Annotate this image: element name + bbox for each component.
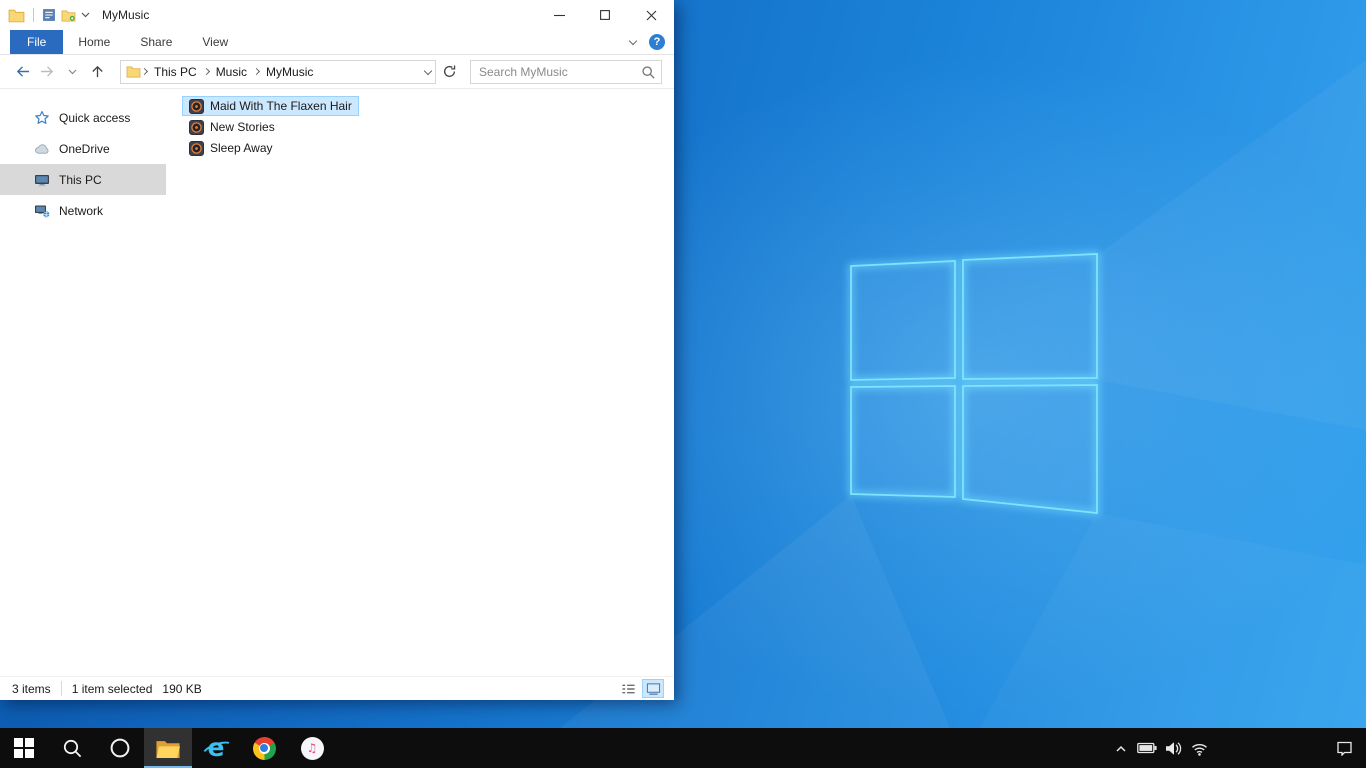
network-tray-button[interactable] bbox=[1186, 728, 1212, 768]
refresh-button[interactable] bbox=[436, 59, 462, 85]
screen: MyMusic File Home Share View ? This PC M… bbox=[0, 0, 1366, 768]
properties-icon[interactable] bbox=[42, 8, 56, 22]
cortana-button[interactable] bbox=[96, 728, 144, 768]
toolbar-separator bbox=[33, 8, 34, 22]
chrome-icon bbox=[252, 736, 276, 760]
battery-tray-button[interactable] bbox=[1134, 728, 1160, 768]
items-count: 3 items bbox=[12, 681, 51, 696]
folder-icon bbox=[8, 8, 25, 23]
caption-buttons bbox=[536, 0, 674, 30]
sidebar-item-label: This PC bbox=[59, 172, 102, 187]
audio-file-icon bbox=[189, 98, 204, 114]
windows-logo-icon bbox=[14, 738, 34, 758]
ribbon-right-controls: ? bbox=[628, 30, 665, 54]
ribbon-tab-row: File Home Share View ? bbox=[0, 30, 674, 55]
file-item[interactable]: New Stories bbox=[182, 117, 282, 137]
sidebar-item-onedrive[interactable]: OneDrive bbox=[0, 133, 166, 164]
internet-explorer-icon bbox=[203, 735, 230, 762]
forward-button[interactable] bbox=[35, 59, 60, 85]
battery-icon bbox=[1137, 742, 1157, 754]
navigation-pane: Quick access OneDrive This PC Network bbox=[0, 89, 166, 676]
chevron-down-icon[interactable] bbox=[81, 12, 90, 18]
action-center-button[interactable] bbox=[1322, 728, 1366, 768]
star-icon bbox=[34, 110, 50, 126]
details-view-icon[interactable] bbox=[617, 679, 639, 698]
chevron-up-icon bbox=[1116, 745, 1126, 752]
file-name: Sleep Away bbox=[210, 141, 273, 155]
sidebar-item-network[interactable]: Network bbox=[0, 195, 166, 226]
status-separator bbox=[60, 681, 62, 696]
help-icon[interactable]: ? bbox=[649, 34, 665, 50]
start-button[interactable] bbox=[0, 728, 48, 768]
network-icon bbox=[34, 204, 50, 218]
selection-size: 190 KB bbox=[162, 681, 202, 696]
sidebar-item-this-pc[interactable]: This PC bbox=[0, 164, 166, 195]
cloud-icon bbox=[34, 142, 50, 155]
taskbar-itunes-button[interactable] bbox=[288, 728, 336, 768]
tab-file[interactable]: File bbox=[10, 30, 64, 54]
quick-access-toolbar bbox=[8, 8, 90, 23]
view-switcher bbox=[617, 679, 664, 698]
itunes-icon bbox=[300, 736, 324, 760]
tab-home[interactable]: Home bbox=[63, 30, 125, 54]
sidebar-item-label: Network bbox=[59, 203, 104, 218]
breadcrumb-separator bbox=[140, 67, 149, 76]
up-button[interactable] bbox=[85, 59, 110, 85]
action-center-icon bbox=[1336, 741, 1352, 756]
cortana-icon bbox=[110, 738, 130, 758]
selection-count: 1 item selected bbox=[71, 681, 153, 696]
file-item[interactable]: Maid With The Flaxen Hair bbox=[182, 96, 359, 116]
location-folder-icon bbox=[126, 65, 141, 78]
expand-ribbon-icon[interactable] bbox=[628, 36, 638, 45]
taskbar bbox=[0, 728, 1366, 768]
close-button[interactable] bbox=[628, 0, 674, 30]
volume-tray-button[interactable] bbox=[1160, 728, 1186, 768]
tab-view[interactable]: View bbox=[187, 30, 243, 54]
file-explorer-icon bbox=[156, 740, 180, 758]
address-bar-row: This PC Music MyMusic bbox=[0, 55, 674, 89]
file-name: Maid With The Flaxen Hair bbox=[210, 99, 352, 113]
new-folder-icon[interactable] bbox=[61, 9, 76, 22]
breadcrumb-item-mymusic[interactable]: MyMusic bbox=[260, 65, 319, 79]
taskbar-internet-explorer-button[interactable] bbox=[192, 728, 240, 768]
file-name: New Stories bbox=[210, 120, 275, 134]
maximize-button[interactable] bbox=[582, 0, 628, 30]
explorer-window: MyMusic File Home Share View ? This PC M… bbox=[0, 0, 674, 700]
status-bar: 3 items 1 item selected 190 KB bbox=[0, 676, 674, 700]
audio-file-icon bbox=[189, 119, 204, 135]
audio-file-icon bbox=[189, 140, 204, 156]
taskbar-search-button[interactable] bbox=[48, 728, 96, 768]
breadcrumb-item-this-pc[interactable]: This PC bbox=[148, 65, 203, 79]
wifi-icon bbox=[1191, 743, 1207, 756]
address-dropdown-icon[interactable] bbox=[423, 66, 433, 75]
volume-icon bbox=[1165, 741, 1181, 755]
search-icon[interactable] bbox=[641, 65, 656, 83]
explorer-main: Quick access OneDrive This PC Network Ma… bbox=[0, 89, 674, 676]
recent-locations-icon[interactable] bbox=[60, 59, 85, 85]
window-title: MyMusic bbox=[102, 8, 150, 22]
computer-icon bbox=[34, 173, 50, 187]
sidebar-item-label: OneDrive bbox=[59, 141, 110, 156]
search-input[interactable] bbox=[471, 60, 661, 83]
breadcrumb-item-music[interactable]: Music bbox=[210, 65, 253, 79]
sidebar-item-label: Quick access bbox=[59, 110, 131, 125]
back-button[interactable] bbox=[10, 59, 35, 85]
breadcrumb-separator bbox=[252, 67, 261, 76]
minimize-button[interactable] bbox=[536, 0, 582, 30]
tray-spacer bbox=[1212, 728, 1322, 768]
file-item[interactable]: Sleep Away bbox=[182, 138, 280, 158]
titlebar[interactable]: MyMusic bbox=[0, 0, 674, 30]
system-tray bbox=[1108, 728, 1366, 768]
large-icons-view-icon[interactable] bbox=[642, 679, 664, 698]
tab-share[interactable]: Share bbox=[125, 30, 187, 54]
search-icon bbox=[63, 739, 81, 757]
breadcrumb-separator bbox=[202, 67, 210, 76]
taskbar-chrome-button[interactable] bbox=[240, 728, 288, 768]
address-bar[interactable]: This PC Music MyMusic bbox=[120, 59, 436, 84]
file-list[interactable]: Maid With The Flaxen Hair New Stories Sl… bbox=[166, 89, 674, 676]
sidebar-item-quick-access[interactable]: Quick access bbox=[0, 102, 166, 133]
show-hidden-icons-button[interactable] bbox=[1108, 728, 1134, 768]
taskbar-file-explorer-button[interactable] bbox=[144, 728, 192, 768]
search-box bbox=[470, 59, 662, 84]
